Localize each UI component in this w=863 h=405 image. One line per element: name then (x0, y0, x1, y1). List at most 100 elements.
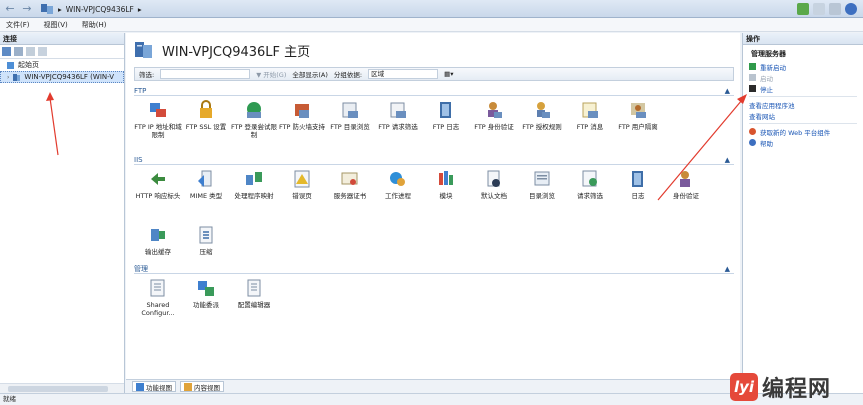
config-editor-icon (247, 279, 261, 297)
watermark-text: 编程网 (762, 377, 832, 402)
expand-icon[interactable]: › (7, 74, 9, 81)
browse-icon (534, 171, 550, 186)
section-header-iis[interactable]: IIS ▲ (134, 155, 734, 165)
up-icon[interactable] (26, 47, 35, 56)
refresh-icon[interactable] (829, 3, 841, 15)
watermark: lyi 编程网 (730, 372, 831, 402)
action-help[interactable]: 帮助 (743, 137, 863, 148)
forward-arrow-icon[interactable]: → (20, 2, 34, 16)
collapse-icon[interactable]: ▲ (725, 86, 730, 96)
show-all-button[interactable]: 全部显示(A) (292, 69, 328, 79)
tree-item-label: 起始页 (18, 61, 39, 69)
action-stop[interactable]: 停止 (743, 83, 863, 94)
start-icon (749, 74, 756, 81)
connect-icon[interactable] (2, 47, 11, 56)
feature-ftp-user-isolation[interactable]: FTP 用户隔离 (614, 96, 662, 152)
feature-default-document[interactable]: 默认文档 (470, 165, 518, 221)
menu-help[interactable]: 帮助(H) (82, 20, 107, 30)
breadcrumb-sep: ▸ (58, 4, 62, 14)
back-arrow-icon[interactable]: ← (3, 2, 17, 16)
tree-item-label: WIN-VPJCQ9436LF (WIN-V (24, 73, 115, 81)
warning-icon (294, 170, 310, 188)
feature-worker-processes[interactable]: 工作进程 (374, 165, 422, 221)
tree-item-server[interactable]: › WIN-VPJCQ9436LF (WIN-V (0, 71, 124, 83)
tab-features-view[interactable]: 功能视图 (132, 381, 176, 392)
feature-ftp-authentication[interactable]: FTP 身份验证 (470, 96, 518, 152)
filter-label: 筛选: (139, 71, 155, 79)
feature-ftp-logon-attempts[interactable]: FTP 登录尝试限制 (230, 96, 278, 152)
watermark-logo: lyi (730, 373, 758, 401)
horizontal-scrollbar[interactable] (0, 383, 124, 393)
menu-file[interactable]: 文件(F) (6, 20, 30, 30)
collapse-icon[interactable]: ▲ (725, 264, 730, 274)
feature-configuration-editor[interactable]: 配置编辑器 (230, 274, 278, 330)
connections-pane: 连接 起始页 › WIN-VPJCQ9436LF (WIN-V (0, 33, 125, 393)
group-by-select[interactable]: 区域 (368, 69, 439, 79)
network-icon[interactable] (797, 3, 809, 15)
section-header-management[interactable]: 管理 ▲ (134, 264, 734, 274)
feature-ftp-firewall[interactable]: FTP 防火墙支持 (278, 96, 326, 152)
feature-modules[interactable]: 模块 (422, 165, 470, 221)
action-restart[interactable]: 重新启动 (743, 61, 863, 72)
feature-ftp-logging[interactable]: FTP 日志 (422, 96, 470, 152)
feature-mime-types[interactable]: MIME 类型 (182, 165, 230, 221)
authorization-icon (537, 102, 550, 118)
feature-directory-browsing[interactable]: 目录浏览 (518, 165, 566, 221)
feature-ftp-ssl[interactable]: FTP SSL 设置 (182, 96, 230, 152)
section-header-ftp[interactable]: FTP ▲ (134, 86, 734, 96)
filter-toolbar: 筛选: ▼ 开始(G) 全部显示(A) 分组依据: 区域 ▦▾ (134, 67, 734, 81)
feature-ftp-request-filtering[interactable]: FTP 请求筛选 (374, 96, 422, 152)
feature-ftp-authorization-rules[interactable]: FTP 授权规则 (518, 96, 566, 152)
feature-logging[interactable]: 日志 (614, 165, 662, 221)
feature-delegation[interactable]: 功能委派 (182, 274, 230, 330)
action-get-web-platform[interactable]: 获取新的 Web 平台组件 (743, 126, 863, 137)
help-icon[interactable] (845, 3, 857, 15)
address-bar: ← → ▸ WIN-VPJCQ9436LF ▸ (0, 0, 863, 18)
directory-icon (342, 102, 358, 118)
breadcrumb-server[interactable]: WIN-VPJCQ9436LF (66, 5, 134, 14)
modules-icon (439, 171, 453, 185)
view-tabs: 功能视图 内容视图 (126, 379, 740, 393)
restart-icon (749, 63, 756, 70)
action-view-sites[interactable]: 查看网站 (743, 110, 863, 121)
menu-bar: 文件(F) 视图(V) 帮助(H) (0, 18, 863, 32)
section-ftp: FTP ▲ FTP IP 地址和域限制 FTP SSL 设置 FTP 登录尝试限… (134, 86, 734, 152)
tree-item-start-page[interactable]: 起始页 (0, 59, 124, 71)
user-icon (488, 102, 502, 118)
view-toggle-icon[interactable]: ▦▾ (444, 70, 453, 78)
help-icon (749, 139, 756, 146)
message-icon (582, 102, 598, 118)
feature-ftp-messages[interactable]: FTP 消息 (566, 96, 614, 152)
actions-header: 操作 (743, 33, 863, 45)
action-start[interactable]: 启动 (743, 72, 863, 83)
feature-shared-configuration[interactable]: Shared Configur... (134, 274, 182, 330)
feature-ftp-directory-browsing[interactable]: FTP 目录浏览 (326, 96, 374, 152)
save-connection-icon[interactable] (14, 47, 23, 56)
server-icon (135, 42, 152, 58)
section-iis: IIS ▲ HTTP 响应标头 MIME 类型 处理程序映射 错误页 服务器证书… (134, 155, 734, 277)
tab-content-view[interactable]: 内容视图 (180, 381, 224, 392)
feature-handler-mappings[interactable]: 处理程序映射 (230, 165, 278, 221)
go-button[interactable]: ▼ 开始(G) (256, 69, 286, 79)
log-icon (440, 102, 451, 118)
save-icon[interactable] (813, 3, 825, 15)
feature-ftp-ip-restrictions[interactable]: FTP IP 地址和域限制 (134, 96, 182, 152)
certificate-icon (341, 172, 358, 185)
http-headers-icon (151, 173, 165, 185)
feature-request-filtering[interactable]: 请求筛选 (566, 165, 614, 221)
feature-server-certificates[interactable]: 服务器证书 (326, 165, 374, 221)
collapse-icon[interactable]: ▲ (725, 155, 730, 165)
server-tree-icon (41, 4, 53, 14)
disconnect-icon[interactable] (38, 47, 47, 56)
feature-http-response-headers[interactable]: HTTP 响应标头 (134, 165, 182, 221)
feature-error-pages[interactable]: 错误页 (278, 165, 326, 221)
filter-input[interactable] (160, 69, 251, 79)
menu-view[interactable]: 视图(V) (44, 20, 68, 30)
connections-header: 连接 (0, 33, 124, 45)
actions-pane: 操作 管理服务器 重新启动 启动 停止 查看应用程序池 查看网站 获取新的 We… (742, 33, 863, 393)
action-view-app-pools[interactable]: 查看应用程序池 (743, 99, 863, 110)
default-document-icon (487, 170, 500, 187)
delegation-icon (198, 281, 214, 296)
compression-icon (199, 226, 213, 244)
feature-authentication[interactable]: 身份验证 (662, 165, 710, 221)
